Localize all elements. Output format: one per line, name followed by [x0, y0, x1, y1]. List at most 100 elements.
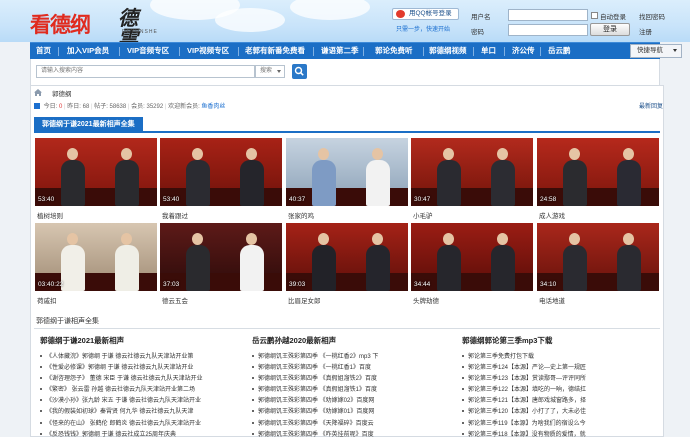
search-type-select[interactable]: 搜索	[255, 65, 285, 78]
password-label: 密码	[471, 29, 484, 36]
nav-item-vip-audio[interactable]: VIP音频专区	[127, 43, 169, 59]
video-thumbnail[interactable]: 24:58	[537, 138, 659, 206]
search-input[interactable]: 请输入搜索内容	[36, 65, 255, 78]
video-title[interactable]: 头牌劫德	[413, 295, 439, 305]
list-item[interactable]: 郭德纲饥王殊彩第四季 《劝嫁嫁02》百度网	[252, 395, 457, 406]
list-item[interactable]: 郭德纲饥王殊彩第四季 《真假姐溜铁2》百度	[252, 373, 457, 384]
cloud-decoration	[290, 0, 370, 20]
video-card[interactable]: 39:03 比眉足女郎	[286, 223, 408, 305]
site-logo[interactable]: 看德纲 德雲社 DEYUNSHE	[30, 8, 157, 68]
video-thumbnail[interactable]: 34:44	[411, 223, 533, 291]
list-item[interactable]: 《繁密》 张云雷 孙越 德云社德云九队天津站开业第二场	[40, 384, 245, 395]
list-item[interactable]: 《沙漠小孙》张九龄 宋五 于谦 德云社德云九队天津站开业	[40, 395, 245, 406]
video-thumbnail[interactable]: 30:47	[411, 138, 533, 206]
video-card[interactable]: 03:40:22 荷戚扣	[35, 223, 157, 305]
list-item[interactable]: 郭论第三季122【本源】填吃的一晌，德结扛	[462, 384, 658, 395]
login-button[interactable]: 登录	[590, 23, 630, 36]
video-title[interactable]: 比眉足女郎	[288, 295, 321, 305]
username-label: 用户名	[471, 14, 491, 21]
video-title[interactable]: 荷戚扣	[37, 295, 57, 305]
video-card[interactable]: 34:10 电话地道	[537, 223, 659, 305]
list-item[interactable]: 郭德纲饥王殊彩第四季 《一桃红香1》百度	[252, 362, 457, 373]
video-title[interactable]: 成人游戏	[539, 210, 565, 220]
column-title[interactable]: 郭德纲于谦2021最新相声	[40, 335, 245, 346]
qq-icon	[396, 10, 405, 18]
video-title[interactable]: 小毛驴	[413, 210, 433, 220]
forgot-password-link[interactable]: 找回密码	[639, 11, 665, 21]
video-thumbnail[interactable]: 53:40	[35, 138, 157, 206]
list-item[interactable]: 郭论第三季118【本源】没有物质的爱情，就	[462, 429, 658, 437]
today-count: 0	[59, 104, 63, 110]
nav-item-vip-video[interactable]: VIP视频专区	[187, 43, 229, 59]
list-item[interactable]: 郭德纲饥王殊彩第四季 《真假姐溜铁1》百度	[252, 384, 457, 395]
password-field[interactable]	[508, 24, 588, 36]
video-title[interactable]: 植树培则	[37, 210, 63, 220]
column-title[interactable]: 郭德纲郭论第三季mp3下载	[462, 335, 658, 346]
home-icon[interactable]	[34, 89, 42, 96]
performer-head	[443, 233, 454, 245]
list-item[interactable]: 郭论第三季121【本源】唐郎戏城窗路多，择	[462, 395, 658, 406]
quick-nav-dropdown[interactable]: 快捷导航	[630, 44, 682, 58]
video-card[interactable]: 53:40 我着跟过	[160, 138, 282, 220]
video-card[interactable]: 53:40 植树培则	[35, 138, 157, 220]
auto-login-checkbox[interactable]	[591, 12, 598, 19]
video-card[interactable]: 37:03 德云五会	[160, 223, 282, 305]
video-card[interactable]: 34:44 头牌劫德	[411, 223, 533, 305]
video-title[interactable]: 电话地道	[539, 295, 565, 305]
nav-item-solo[interactable]: 单口	[481, 43, 496, 59]
list-item[interactable]: 郭论第三季免费打包下载	[462, 351, 658, 362]
chevron-down-icon	[277, 70, 281, 73]
nav-item-qianyu-s2[interactable]: 谦语第二季	[321, 43, 359, 59]
video-card[interactable]: 40:37 张家的鸡	[286, 138, 408, 220]
list-item[interactable]: 《反恐钱钱》郭德纲 于谦 德云社成立25周年庆典	[40, 429, 245, 437]
search-button[interactable]	[292, 64, 307, 79]
section-title[interactable]: 郭德纲于谦2021最新相声全集	[34, 117, 143, 133]
list-item[interactable]: 郭德纲饥王殊彩第四季 《天降福碎》百度云	[252, 418, 457, 429]
latest-reply-link[interactable]: 最新回复	[639, 101, 663, 110]
new-member-link[interactable]: 鱼香肉丝	[201, 104, 225, 110]
video-thumbnail[interactable]: 40:37	[286, 138, 408, 206]
list-item[interactable]: 郭德纲饥王殊彩第四季 《劝嫁嫁01》百度网	[252, 406, 457, 417]
breadcrumb[interactable]: 郭德纲	[52, 88, 72, 98]
list-item[interactable]: 《谢咨理怨子》 董德 宋臣 于谦 德云社德云九队天津站开业	[40, 373, 245, 384]
username-field[interactable]	[508, 9, 588, 21]
nav-item-guolun-free[interactable]: 郭论免费听	[375, 43, 413, 59]
video-card[interactable]: 30:47 小毛驴	[411, 138, 533, 220]
video-title[interactable]: 张家的鸡	[288, 210, 314, 220]
video-thumbnail[interactable]: 37:03	[160, 223, 282, 291]
nav-item-guo-video[interactable]: 郭德纲视频	[429, 43, 467, 59]
nav-divider	[58, 47, 59, 56]
video-thumbnail[interactable]: 34:10	[537, 223, 659, 291]
performer-head	[246, 233, 257, 245]
nav-item-join-vip[interactable]: 加入VIP会员	[67, 43, 109, 59]
list-item[interactable]: 郭德纲饥王殊彩第四季 《一桃红香2》mp3 下	[252, 351, 457, 362]
video-card[interactable]: 24:58 成人游戏	[537, 138, 659, 220]
nav-item-free-new[interactable]: 老郭有新番免费看	[245, 43, 305, 59]
list-item[interactable]: 郭论第三季119【本源】为啥我们的宿设么今	[462, 418, 658, 429]
video-title[interactable]: 我着跟过	[162, 210, 188, 220]
qq-quick-start-link[interactable]: 只需一步，快速开始	[396, 24, 450, 33]
register-link[interactable]: 注册	[639, 26, 652, 36]
nav-item-jigong[interactable]: 济公传	[512, 43, 535, 59]
performer-figure	[312, 245, 336, 291]
list-item[interactable]: 郭论第三季120【本源】小打了了，大未必佳	[462, 406, 658, 417]
video-thumbnail[interactable]: 39:03	[286, 223, 408, 291]
nav-divider	[423, 47, 424, 56]
list-item[interactable]: 《人体藏浣》郭德纲 于谦 德云社德云九队天津站开业第	[40, 351, 245, 362]
list-item[interactable]: 郭论第三季123【本源】赏读鄢哥—评评同所	[462, 373, 658, 384]
nav-item-yueyunpeng[interactable]: 岳云鹏	[548, 43, 571, 59]
video-thumbnail[interactable]: 53:40	[160, 138, 282, 206]
list-item[interactable]: 《性爱必修课》郭德纲 于谦 德云社德云九队天津站开业	[40, 362, 245, 373]
column-title[interactable]: 岳云鹏孙越2020最新相声	[252, 335, 457, 346]
qq-login-button[interactable]: 用QQ帐号登录	[392, 8, 459, 20]
list-item[interactable]: 《怪来的在山》 张鹤伦 郎鹤炎 德云社德云九队天津站开业	[40, 418, 245, 429]
nav-item-home[interactable]: 首页	[36, 43, 51, 59]
nav-divider	[179, 47, 180, 56]
list-item[interactable]: 郭论第三季124【本源】严论—史上第一规匠	[462, 362, 658, 373]
video-thumbnail[interactable]: 03:40:22	[35, 223, 157, 291]
video-title[interactable]: 德云五会	[162, 295, 188, 305]
list-item[interactable]: 郭德纲饥王殊彩第四季 《咋英挂前呢》百度	[252, 429, 457, 437]
members-count: 35292	[146, 104, 164, 110]
performer-head	[67, 233, 78, 245]
list-item[interactable]: 《我的假装如初球》秦霄贤 何九华 德云社德云九队天津	[40, 406, 245, 417]
